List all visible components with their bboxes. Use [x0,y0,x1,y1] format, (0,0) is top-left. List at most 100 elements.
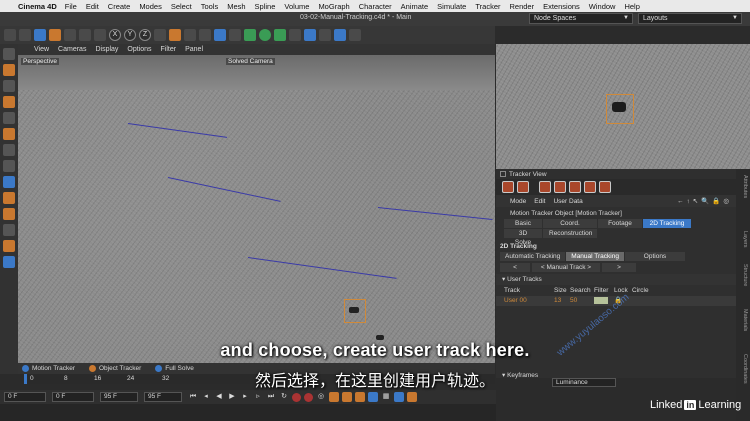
scale-key-icon[interactable] [342,392,352,402]
keyframe-first-icon[interactable] [539,181,551,193]
undo-icon[interactable] [4,29,16,41]
polygons-mode-icon[interactable] [3,128,15,140]
render-settings-icon[interactable] [199,29,211,41]
pen-icon[interactable] [229,29,241,41]
point-level-icon[interactable]: ▦ [381,392,391,402]
menu-animate[interactable]: Animate [401,2,429,11]
max-frame-field[interactable]: 95 F [144,392,182,402]
current-frame-field[interactable]: 0 F [52,392,94,402]
vtab-structure[interactable]: Structure [742,264,748,286]
menu-spline[interactable]: Spline [255,2,276,11]
edges-mode-icon[interactable] [3,112,15,124]
attr-menu-user-data[interactable]: User Data [553,198,582,205]
user-tracks-header[interactable]: ▾ User Tracks [496,274,736,285]
recent-tools-icon[interactable] [94,29,106,41]
menu-volume[interactable]: Volume [284,2,309,11]
menu-select[interactable]: Select [171,2,192,11]
attr-menu-edit[interactable]: Edit [534,198,545,205]
viewport-menu-panel[interactable]: Panel [185,46,203,53]
render-picture-viewer-icon[interactable] [184,29,196,41]
track-filter-swatch[interactable] [594,297,608,304]
layout-icon[interactable] [3,256,15,268]
move-tool-icon[interactable] [49,29,61,41]
points-mode-icon[interactable] [3,96,15,108]
viewport-menu-cameras[interactable]: Cameras [58,46,86,53]
rotation-key-icon[interactable] [355,392,365,402]
menu-character[interactable]: Character [359,2,392,11]
tracker-tool-icon[interactable] [517,181,529,193]
make-editable-icon[interactable] [3,48,15,60]
param-key-icon[interactable] [368,392,378,402]
record-icon[interactable] [292,392,301,402]
tracker-view-checkbox[interactable] [500,171,506,177]
vtab-layers[interactable]: Layers [742,231,748,248]
subtab-manual-tracking[interactable]: Manual Tracking [566,252,624,261]
menu-create[interactable]: Create [108,2,131,11]
uv-mode-icon[interactable] [3,144,15,156]
vtab-attributes[interactable]: Attributes [742,175,748,198]
prev-key-icon[interactable]: ◂ [201,392,211,402]
generator-icon[interactable] [274,29,286,41]
app-menu[interactable]: Cinema 4D [18,2,57,11]
menu-tools[interactable]: Tools [201,2,219,11]
menu-help[interactable]: Help [624,2,639,11]
menu-mesh[interactable]: Mesh [227,2,245,11]
track-size[interactable]: 13 [554,296,570,306]
layouts-select[interactable]: Layouts ▼ [638,13,742,24]
menu-edit[interactable]: Edit [86,2,99,11]
track-nav-next-button[interactable]: > [602,263,636,272]
menu-file[interactable]: File [65,2,77,11]
keyframe-prev-icon[interactable] [554,181,566,193]
keyframe-selection-icon[interactable]: ◎ [316,392,326,402]
prev-frame-icon[interactable]: ◀ [214,392,224,402]
axis-y-button[interactable]: Y [124,29,136,41]
field-icon[interactable] [304,29,316,41]
tracker-tool-icon[interactable] [502,181,514,193]
menu-render[interactable]: Render [509,2,534,11]
viewport-menu-view[interactable]: View [34,46,49,53]
track-search[interactable]: 50 [570,296,594,306]
rotate-tool-icon[interactable] [79,29,91,41]
tab-reconstruction[interactable]: Reconstruction [543,229,597,238]
motion-system-icon[interactable] [394,392,404,402]
viewport-menu-display[interactable]: Display [95,46,118,53]
keyframe-last-icon[interactable] [584,181,596,193]
tab-coord[interactable]: Coord. [543,219,597,228]
end-frame-field[interactable]: 95 F [100,392,138,402]
menu-window[interactable]: Window [589,2,616,11]
axis-z-button[interactable]: Z [139,29,151,41]
manual-track-button[interactable]: < Manual Track > [532,263,600,272]
subtab-automatic-tracking[interactable]: Automatic Tracking [500,252,566,261]
track-name[interactable]: User 00 [504,296,554,306]
loop-icon[interactable]: ↻ [279,392,289,402]
texture-mode-icon[interactable] [3,80,15,92]
redo-icon[interactable] [19,29,31,41]
cloner-icon[interactable] [259,29,271,41]
attr-menu-mode[interactable]: Mode [510,198,526,205]
viewport-menu-filter[interactable]: Filter [161,46,177,53]
tab-3d-solve[interactable]: 3D Solve [504,229,542,246]
position-key-icon[interactable] [329,392,339,402]
camera-icon[interactable] [334,29,346,41]
snap-icon[interactable] [3,176,15,188]
model-mode-icon[interactable] [3,64,15,76]
light-icon[interactable] [349,29,361,41]
solo-icon[interactable] [3,224,15,236]
go-to-end-icon[interactable]: ⏭ [266,392,276,402]
vtab-materials[interactable]: Materials [742,309,748,331]
menu-mograph[interactable]: MoGraph [318,2,349,11]
menu-extensions[interactable]: Extensions [543,2,580,11]
subtab-options[interactable]: Options [624,252,685,261]
play-icon[interactable]: ▶ [227,392,237,402]
keyframe-next-icon[interactable] [569,181,581,193]
scale-tool-icon[interactable] [64,29,76,41]
workplane-icon[interactable] [3,192,15,204]
node-spaces-select[interactable]: Node Spaces ▼ [529,13,633,24]
keyframe-add-icon[interactable] [599,181,611,193]
viewport-solo-icon[interactable] [3,240,15,252]
menu-simulate[interactable]: Simulate [437,2,466,11]
next-key-icon[interactable]: ▹ [253,392,263,402]
lock-workplane-icon[interactable] [3,208,15,220]
attr-navigation-icons[interactable]: ←↑↖🔍🔒◎ [677,197,732,205]
autokey-icon[interactable] [304,392,313,402]
